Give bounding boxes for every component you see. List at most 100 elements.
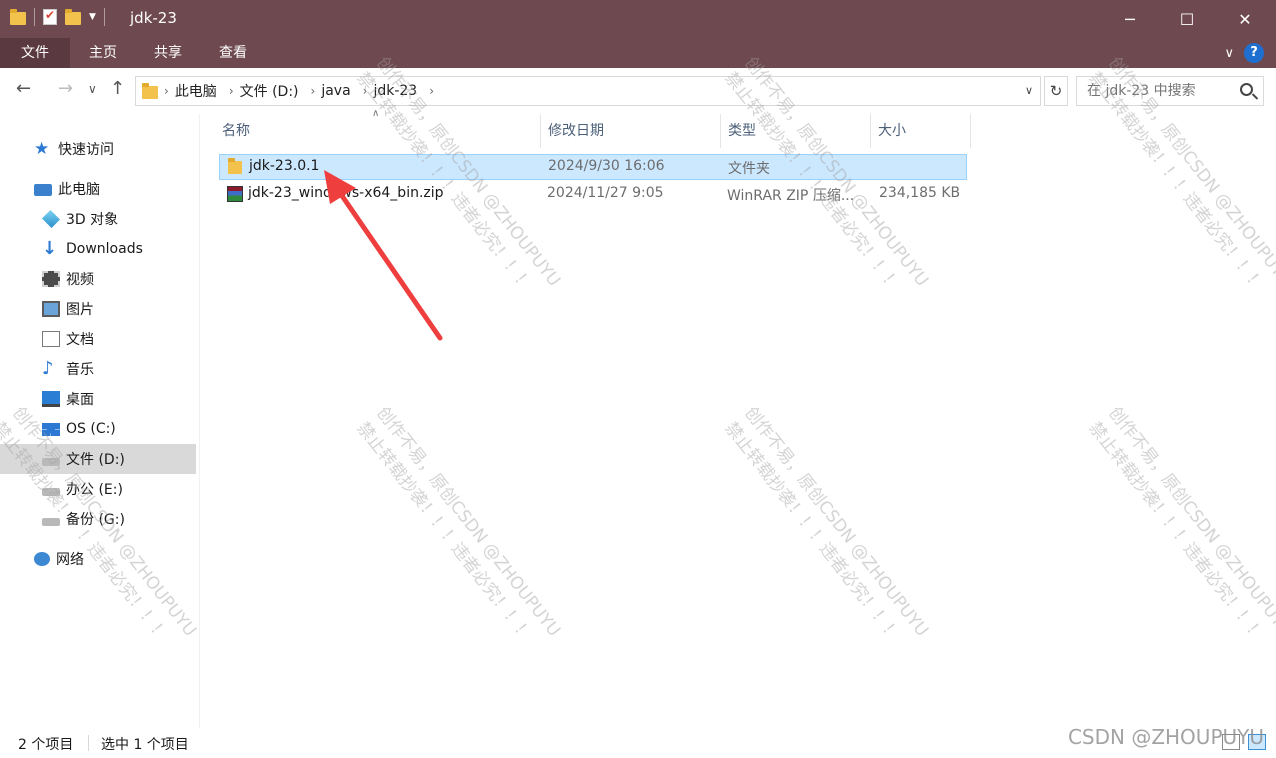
sidebar-item-label: Downloads: [66, 241, 143, 257]
search-icon[interactable]: [1240, 83, 1253, 96]
music-icon: ♪: [42, 358, 54, 379]
sidebar-item-drive-d[interactable]: 文件 (D:): [0, 444, 196, 474]
sidebar-item-label: 快速访问: [58, 142, 114, 158]
navigation-bar: ← → ∨ ↑ › 此电脑 › 文件 (D:) › java › jdk-23 › ∨ …: [0, 68, 1276, 114]
sidebar-item-downloads[interactable]: ↓ Downloads: [0, 234, 196, 264]
back-button[interactable]: ←: [16, 78, 31, 99]
chevron-right-icon[interactable]: ›: [305, 84, 316, 98]
breadcrumb-drive-d[interactable]: 文件 (D:): [234, 81, 305, 101]
tab-file[interactable]: 文件: [0, 38, 70, 68]
file-modified: 2024/11/27 9:05: [547, 185, 664, 201]
winrar-zip-icon: [227, 186, 243, 202]
help-icon[interactable]: ?: [1244, 43, 1264, 63]
sidebar-item-label: 备份 (G:): [66, 512, 125, 528]
file-name: jdk-23.0.1: [249, 158, 320, 174]
chevron-down-icon[interactable]: ∨: [1018, 77, 1040, 105]
customize-toolbar-icon[interactable]: ▼: [89, 12, 96, 22]
item-count: 2 个项目: [18, 737, 74, 753]
tab-share[interactable]: 共享: [142, 38, 194, 68]
drive-icon: [42, 458, 60, 466]
folder-icon: [142, 82, 158, 99]
properties-icon[interactable]: [43, 8, 57, 25]
sidebar-item-label: 文件 (D:): [66, 452, 125, 468]
drive-icon: [42, 488, 60, 496]
pictures-icon: [42, 301, 60, 317]
chevron-right-icon[interactable]: ›: [158, 84, 169, 98]
column-header-modified[interactable]: 修改日期: [540, 114, 720, 148]
sidebar-item-desktop[interactable]: 桌面: [0, 384, 196, 414]
sidebar-item-drive-c[interactable]: OS (C:): [0, 414, 196, 444]
computer-icon: [34, 184, 52, 196]
sidebar-item-label: 3D 对象: [66, 212, 119, 228]
sidebar-item-pictures[interactable]: 图片: [0, 294, 196, 324]
sidebar-item-documents[interactable]: 文档: [0, 324, 196, 354]
column-header-size[interactable]: 大小: [870, 114, 970, 148]
minimize-button[interactable]: ─: [1101, 0, 1159, 38]
forward-button[interactable]: →: [58, 78, 73, 99]
ribbon-expand-button[interactable]: ∨: [1224, 46, 1234, 61]
selection-count: 选中 1 个项目: [101, 737, 189, 753]
breadcrumb-jdk-23[interactable]: jdk-23: [367, 83, 423, 99]
sidebar-item-drive-g[interactable]: 备份 (G:): [0, 504, 196, 534]
chevron-right-icon[interactable]: ›: [423, 84, 434, 98]
chevron-right-icon[interactable]: ›: [223, 84, 234, 98]
close-button[interactable]: ✕: [1216, 0, 1274, 38]
refresh-button[interactable]: ↻: [1044, 76, 1068, 106]
sidebar-item-label: 图片: [66, 302, 94, 318]
sidebar-item-videos[interactable]: 视频: [0, 264, 196, 294]
sidebar-item-3d-objects[interactable]: 3D 对象: [0, 204, 196, 234]
file-type: 文件夹: [728, 161, 770, 177]
window-title: jdk-23: [130, 9, 177, 27]
chevron-right-icon[interactable]: ›: [357, 84, 368, 98]
recent-locations-button[interactable]: ∨: [88, 82, 97, 96]
sidebar-item-label: 网络: [56, 552, 84, 568]
breadcrumb-this-pc[interactable]: 此电脑: [169, 81, 223, 101]
downloads-icon: ↓: [42, 238, 58, 259]
sidebar-item-drive-e[interactable]: 办公 (E:): [0, 474, 196, 504]
sidebar-item-label: 此电脑: [58, 182, 100, 198]
new-folder-icon[interactable]: [65, 8, 81, 25]
star-icon: ★: [34, 139, 50, 159]
file-modified: 2024/9/30 16:06: [548, 158, 665, 174]
drive-icon: [42, 518, 60, 526]
file-list: ∧ 名称 修改日期 类型 大小 jdk-23.0.1 2024/9/30 16:…: [200, 108, 1276, 728]
sidebar-item-this-pc[interactable]: 此电脑: [0, 174, 196, 204]
sidebar-item-label: 文档: [66, 332, 94, 348]
breadcrumb-java[interactable]: java: [315, 83, 356, 99]
file-row-jdk-23-zip[interactable]: jdk-23_windows-x64_bin.zip 2024/11/27 9:…: [219, 182, 967, 208]
windows-drive-icon: [42, 422, 60, 436]
navigation-pane: ★ 快速访问 此电脑 3D 对象 ↓ Downloads 视频 图片 文档 ♪ …: [0, 114, 200, 728]
column-header-name[interactable]: 名称: [214, 114, 540, 148]
tab-view[interactable]: 查看: [207, 38, 259, 68]
file-name: jdk-23_windows-x64_bin.zip: [248, 185, 444, 201]
tab-home[interactable]: 主页: [78, 38, 128, 68]
search-box[interactable]: [1076, 76, 1264, 106]
sidebar-item-quick-access[interactable]: ★ 快速访问: [0, 134, 196, 164]
up-button[interactable]: ↑: [110, 78, 125, 99]
maximize-button[interactable]: ☐: [1158, 0, 1216, 38]
folder-icon: [10, 8, 26, 25]
sidebar-item-music[interactable]: ♪ 音乐: [0, 354, 196, 384]
watermark-corner: CSDN @ZHOUPUYU: [1067, 725, 1264, 749]
sidebar-item-label: 桌面: [66, 392, 94, 408]
search-input[interactable]: [1087, 83, 1237, 99]
column-header-type[interactable]: 类型: [720, 114, 870, 148]
address-bar[interactable]: › 此电脑 › 文件 (D:) › java › jdk-23 › ∨: [135, 76, 1041, 106]
sidebar-item-network[interactable]: 网络: [0, 544, 196, 574]
title-bar: ▼ jdk-23 ─ ☐ ✕: [0, 0, 1276, 38]
divider: [103, 8, 105, 26]
file-row-jdk-23-0-1[interactable]: jdk-23.0.1 2024/9/30 16:06 文件夹: [219, 154, 967, 180]
sidebar-item-label: 办公 (E:): [66, 482, 123, 498]
video-icon: [42, 271, 60, 287]
folder-icon: [228, 158, 242, 174]
file-size: 234,185 KB: [879, 185, 961, 201]
desktop-icon: [42, 391, 60, 407]
network-icon: [34, 552, 50, 566]
sidebar-item-label: 音乐: [66, 362, 94, 378]
sidebar-item-label: OS (C:): [66, 421, 116, 437]
column-divider[interactable]: [970, 114, 971, 148]
3d-objects-icon: [41, 209, 61, 229]
ribbon-tabs: 文件 主页 共享 查看 ∨ ?: [0, 38, 1276, 68]
file-type: WinRAR ZIP 压缩...: [727, 188, 855, 204]
sidebar-item-label: 视频: [66, 272, 94, 288]
